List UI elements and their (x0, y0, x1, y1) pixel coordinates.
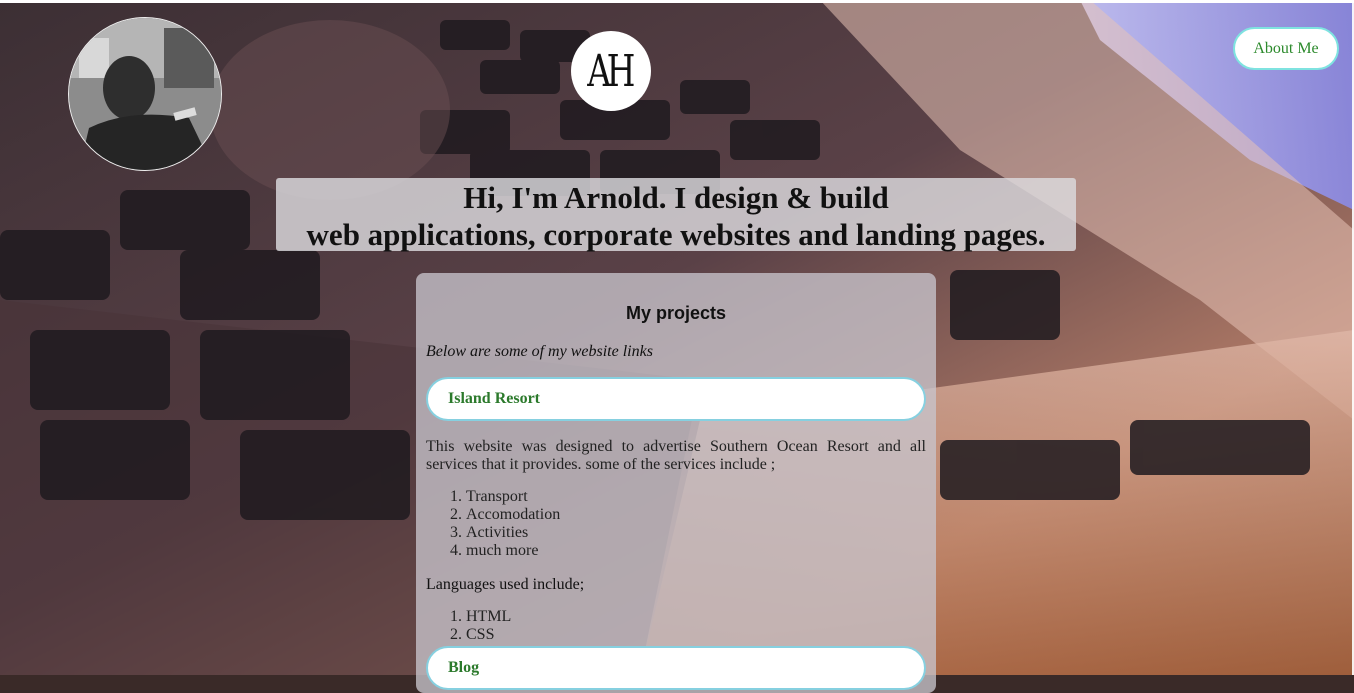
logo[interactable]: AH (571, 31, 651, 111)
projects-title: My projects (625, 303, 727, 323)
project-description: This website was designed to advertise S… (426, 438, 926, 473)
list-item: HTML (466, 608, 926, 626)
avatar (68, 17, 222, 171)
services-list: Transport Accomodation Activities much m… (426, 488, 926, 560)
island-resort-button[interactable]: Island Resort (426, 377, 926, 421)
list-item: Accomodation (466, 506, 926, 524)
list-item: much more (466, 542, 926, 560)
list-item: CSS (466, 626, 926, 644)
hero-line-1: Hi, I'm Arnold. I design & build (463, 180, 889, 215)
projects-panel: My projects Below are some of my website… (416, 273, 936, 693)
blog-button[interactable]: Blog (426, 646, 926, 690)
projects-intro: Below are some of my website links (426, 343, 653, 360)
list-item: Activities (466, 524, 926, 542)
languages-list: HTML CSS (426, 608, 926, 644)
list-item: Transport (466, 488, 926, 506)
logo-text: AH (587, 45, 635, 97)
about-me-button[interactable]: About Me (1233, 27, 1339, 70)
top-border (0, 0, 1354, 3)
hero-line-2: web applications, corporate websites and… (306, 217, 1046, 252)
languages-label: Languages used include; (426, 576, 585, 593)
hero-headline: Hi, I'm Arnold. I design & build web app… (276, 178, 1076, 252)
